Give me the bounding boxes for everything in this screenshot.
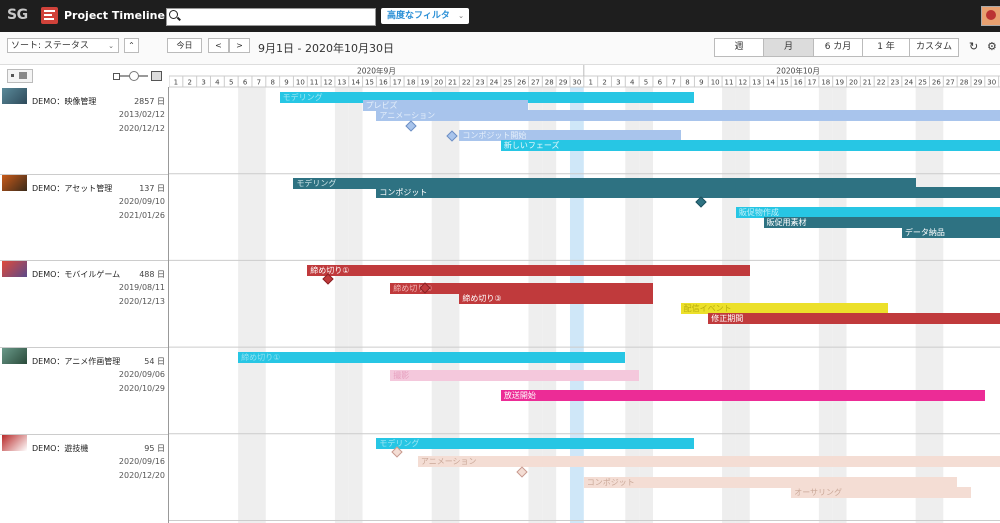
avatar-icon [986, 10, 996, 20]
sort-label: ソート: ステータス [11, 41, 89, 51]
task-bar[interactable]: 新しいフェーズ [500, 140, 1000, 151]
today-button[interactable]: 今日 [167, 38, 202, 53]
milestone-diamond[interactable] [405, 119, 417, 132]
chevron-down-icon: ⌄ [108, 42, 114, 50]
project-name[interactable]: DEMO：アセット管理 [32, 183, 112, 194]
project-separator [0, 260, 168, 262]
project-name[interactable]: DEMO：モバイルゲーム [32, 269, 120, 280]
task-bar[interactable]: アニメーション [417, 456, 1000, 468]
project-start-date: 2020/09/10 [118, 196, 165, 206]
app-title: Project Timeline [64, 9, 165, 22]
milestone-diamond[interactable] [515, 466, 528, 478]
user-avatar[interactable] [981, 6, 1000, 26]
thumbnail-size-slider[interactable] [120, 71, 148, 81]
task-bar[interactable]: 締め切り① [307, 264, 750, 276]
next-button[interactable]: > [229, 38, 250, 53]
view-year-button[interactable]: 1 年 [863, 39, 910, 56]
view-week-button[interactable]: 週 [715, 39, 764, 56]
task-bar[interactable]: 締め切り① [238, 351, 626, 363]
gantt-items: モデリング プレビズ アニメーション コンポジット開始 新しいフェーズ モデリング コンポジ… [169, 65, 1000, 523]
project-thumbnail[interactable] [2, 88, 27, 104]
project-start-date: 2020/09/06 [118, 370, 165, 380]
project-separator [0, 173, 168, 175]
view-custom-button[interactable]: カスタム [910, 39, 958, 56]
search-input[interactable] [166, 8, 376, 26]
project-start-date: 2013/02/12 [118, 110, 165, 119]
milestone-diamond[interactable] [695, 196, 707, 208]
sort-select[interactable]: ソート: ステータス ⌄ [7, 38, 119, 53]
refresh-icon[interactable]: ↻ [969, 40, 978, 53]
project-timeline-app-icon [41, 7, 58, 24]
project-duration: 488 日 [139, 270, 165, 280]
project-thumbnail[interactable] [2, 174, 27, 191]
thumbnail-toggle-button[interactable] [7, 69, 33, 83]
project-thumbnail[interactable] [2, 261, 27, 278]
advanced-filter-label: 高度なフィルタ [387, 11, 450, 21]
task-bar[interactable]: モデリング [376, 438, 695, 450]
task-bar[interactable]: 締め切り③ [459, 293, 653, 305]
advanced-filter-button[interactable]: 高度なフィルタ ⌄ [381, 8, 469, 24]
task-bar[interactable]: 修正期間 [708, 313, 1000, 325]
task-bar[interactable]: 撮影 [390, 369, 640, 381]
project-end-date: 2020/10/29 [118, 384, 165, 394]
milestone-diamond[interactable] [446, 129, 459, 142]
project-start-date: 2019/08/11 [118, 283, 165, 293]
top-bar: SG Project Timeline 高度なフィルタ ⌄ [0, 0, 1000, 32]
project-start-date: 2020/09/16 [118, 456, 165, 466]
task-bar[interactable]: アニメーション [376, 109, 1000, 121]
project-name[interactable]: DEMO：アニメ作画管理 [32, 356, 120, 367]
project-end-date: 2020/12/12 [118, 124, 165, 133]
prev-button[interactable]: < [208, 38, 229, 53]
small-dot-icon [11, 74, 14, 77]
task-bar[interactable]: オーサリング [791, 486, 971, 498]
view-6month-button[interactable]: 6 カ月 [814, 39, 863, 56]
project-duration: 95 日 [144, 443, 165, 453]
project-end-date: 2020/12/13 [118, 297, 165, 307]
settings-icon[interactable]: ⚙ [987, 40, 997, 53]
slider-handle[interactable] [129, 71, 139, 81]
project-thumbnail[interactable] [2, 348, 27, 365]
sg-logo[interactable]: SG [7, 7, 28, 23]
project-duration: 137 日 [139, 183, 165, 193]
date-range-label: 9月1日 - 2020年10月30日 [258, 42, 394, 55]
project-name[interactable]: DEMO：映像管理 [32, 96, 96, 107]
project-end-date: 2020/12/20 [118, 470, 165, 480]
project-separator [0, 433, 168, 435]
project-list: DEMO：映像管理 2857 日 2013/02/12 2020/12/12 DEMO：… [0, 87, 169, 523]
project-thumbnail[interactable] [2, 434, 27, 451]
chevron-down-icon: ⌄ [458, 12, 464, 20]
view-switcher: 週 月 6 カ月 1 年 カスタム [714, 38, 959, 57]
collapse-button[interactable]: ⌃ [124, 38, 139, 53]
project-name[interactable]: DEMO：遊技機 [32, 443, 88, 454]
search-icon [169, 10, 178, 19]
small-thumbnail-icon [113, 73, 120, 80]
view-month-button[interactable]: 月 [764, 39, 814, 56]
image-icon [19, 72, 27, 79]
large-thumbnail-icon [151, 71, 162, 81]
project-end-date: 2021/01/26 [118, 210, 165, 220]
gantt-chart: 2020年9月 2020年10月 1 2 3 4 5 6 7 8 9 10 11 12 13 14 15 16 17… [169, 65, 1000, 523]
project-duration: 2857 日 [134, 97, 165, 106]
task-bar[interactable]: データ納品 [901, 226, 1000, 238]
task-bar[interactable]: コンポジット [376, 186, 1000, 198]
zoom-controls [0, 65, 168, 88]
task-bar[interactable]: 放送開始 [500, 390, 985, 402]
project-separator [0, 347, 168, 349]
project-duration: 54 日 [144, 357, 165, 367]
